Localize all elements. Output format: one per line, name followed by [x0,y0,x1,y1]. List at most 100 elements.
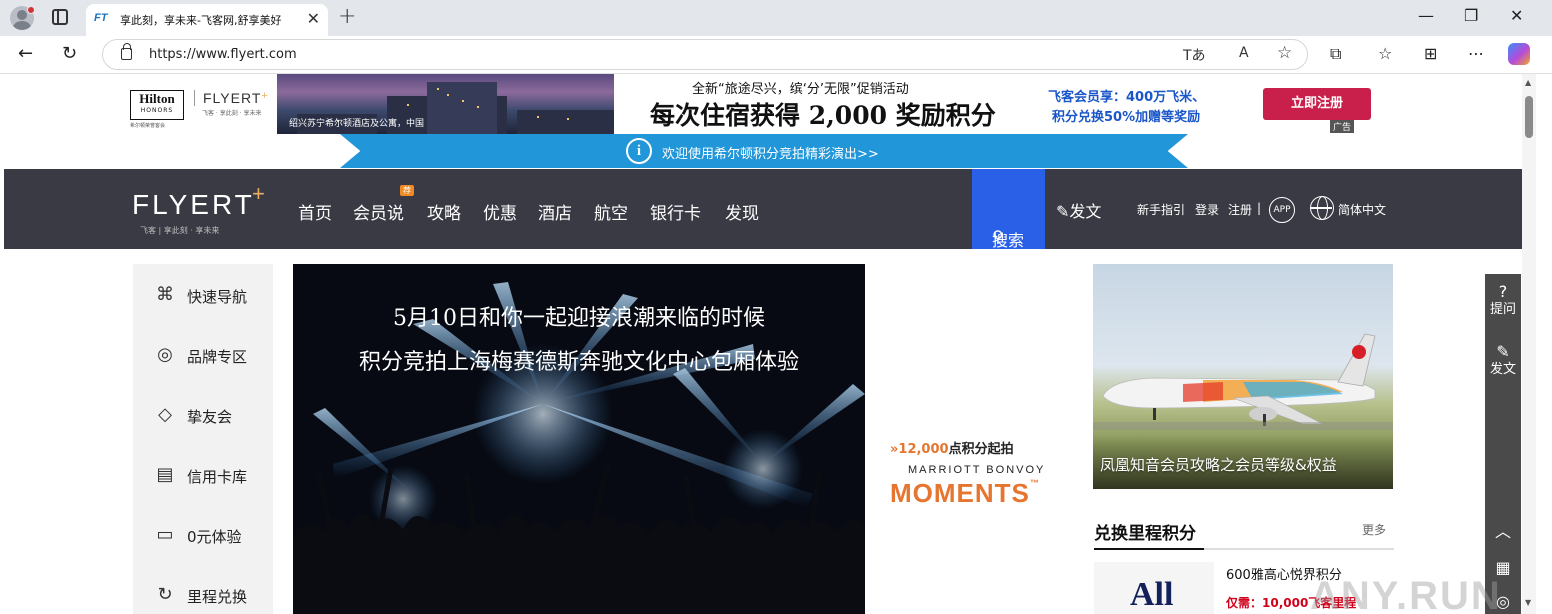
exchange-more-link[interactable]: 更多 [1362,521,1386,538]
register-link[interactable]: 注册 [1228,201,1252,218]
post-button[interactable]: ✎发文 [1056,198,1101,222]
pencil-icon: ✎ [1056,202,1070,221]
nav-item-discover[interactable]: 发现 [725,199,759,224]
close-window-icon[interactable]: ✕ [1510,6,1523,25]
nav-item-bank-cards[interactable]: 银行卡 [650,199,701,224]
info-icon: i [626,138,652,164]
ask-label: 提问 [1489,302,1516,317]
url-text[interactable]: https://www.flyert.com [149,47,297,62]
float-post-label: 发文 [1489,362,1516,377]
language-selector[interactable]: 简体中文 [1338,201,1386,218]
search-button[interactable]: ⚲ 搜索 [972,169,1045,250]
ask-question-button[interactable]: ? 提问 [1485,282,1521,318]
flyert-logo-plus: + [252,181,265,206]
site-favicon-icon: FT [94,12,108,24]
nav-item-member-talk[interactable]: 会员说 [353,199,404,224]
quick-menu-item-credit-cards[interactable]: ▤ 信用卡库 [153,463,273,489]
new-tab-icon[interactable]: + [338,4,356,29]
puzzle-icon[interactable]: ⧉ [1330,44,1341,64]
hero-title-line-2: 积分竞拍上海梅赛德斯奔驰文化中心包厢体验 [358,350,799,375]
marriott-points: 12,000 [898,442,949,457]
nav-item-deals[interactable]: 优惠 [483,199,517,224]
float-post-button[interactable]: ✎ 发文 [1485,342,1521,378]
quick-menu-label: 品牌专区 [187,348,248,366]
nav-divider: | [1257,201,1262,215]
scroll-down-icon[interactable]: ▼ [1525,598,1531,607]
quick-menu: ⌘ 快速导航 ◎ 品牌专区 ◇ 挚友会 ▤ 信用卡库 ▭ 0元体验 ↻ 里程兑换 [133,264,273,614]
promo-member-benefit-1: 飞客会员享：400万飞米、 [1048,90,1206,105]
quick-menu-item-friends-club[interactable]: ◇ 挚友会 [153,403,273,429]
marriott-moments-text: MOMENTS [890,478,1030,508]
hilton-tagline: 希尔顿荣誉客会 [130,123,166,129]
search-label: 搜索 [992,231,1025,250]
ad-register-button[interactable]: 立即注册 [1263,88,1371,120]
quick-menu-label: 快速导航 [187,288,248,306]
air-china-card-caption[interactable]: 凤凰知音会员攻略之会员等级&权益 [1100,454,1337,475]
quick-menu-label: 信用卡库 [187,468,248,486]
profile-notification-dot [27,6,35,14]
quick-menu-label: 0元体验 [187,528,242,546]
address-bar[interactable]: https://www.flyert.com Tあ A ☆ [102,39,1308,70]
ellipsis-icon[interactable]: ⋯ [1468,44,1484,63]
maximize-icon[interactable]: ❐ [1464,6,1478,25]
quick-menu-item-free-trial[interactable]: ▭ 0元体验 [153,523,273,549]
question-icon: ? [1498,282,1508,301]
copilot-icon[interactable] [1508,43,1530,65]
promo-main-offer: 每次住宿获得 2,000 奖励积分 [650,101,996,130]
read-aloud-icon[interactable]: A [1239,45,1249,61]
reload-icon[interactable]: ↻ [62,43,77,64]
post-label: 发文 [1069,202,1102,221]
globe-icon[interactable] [1310,196,1334,220]
browser-toolbar: ← ↻ https://www.flyert.com Tあ A ☆ ⧉ ☆ ⊞ … [0,36,1552,74]
page-scrollbar[interactable]: ▲ ▼ [1522,74,1536,614]
hilton-sub-text: HONORS [140,107,174,114]
nav-item-home[interactable]: 首页 [298,199,332,224]
flyert-logo[interactable]: FLYERT [132,189,255,221]
marriott-points-line: »12,000点积分起拍 [890,438,1014,457]
app-download-icon[interactable]: APP [1269,197,1295,223]
accor-all-logo-text: All [1130,576,1174,613]
reader-mode-icon[interactable]: Tあ [1183,45,1206,65]
nav-item-guides[interactable]: 攻略 [427,199,461,224]
marriott-points-suffix: 点积分起拍 [948,442,1014,457]
back-arrow-icon[interactable]: ← [18,43,33,64]
section-divider [1094,548,1394,550]
star-icon[interactable]: ☆ [1277,43,1292,63]
tab-close-icon[interactable]: ✕ [307,9,320,28]
air-china-article-card[interactable]: 凤凰知音会员攻略之会员等级&权益 [1093,264,1393,489]
flyert-small-tagline: 飞客 · 享此刻 · 享未来 [202,110,262,117]
page-viewport: Hilton HONORS 希尔顿荣誉客会 FLYERT+ 飞客 · 享此刻 ·… [4,74,1522,614]
exchange-section-title: 兑换里程积分 [1094,524,1196,544]
nav-item-airlines[interactable]: 航空 [594,199,628,224]
nav-item-hotels[interactable]: 酒店 [538,199,572,224]
hilton-ad-banner[interactable]: Hilton HONORS 希尔顿荣誉客会 FLYERT+ 飞客 · 享此刻 ·… [122,74,1402,134]
browser-tab-active[interactable]: FT 享此刻，享未来-飞客网,舒享美好 ✕ [86,4,328,36]
accor-all-logo[interactable]: All [1094,562,1214,614]
scroll-up-icon[interactable]: ▲ [1525,78,1531,87]
recommend-badge: 荐 [400,185,414,196]
promo-headline: 全新“旅途尽兴，缤‘分’无限”促销活动 [692,82,909,97]
collections-icon[interactable]: ⊞ [1424,44,1437,63]
quick-menu-item-quick-nav[interactable]: ⌘ 快速导航 [153,283,273,309]
notice-text[interactable]: 欢迎使用希尔顿积分竞拍精彩演出>> [662,143,879,162]
lock-icon[interactable] [121,43,132,60]
promo-member-benefit-2: 积分兑换50%加赠等奖励 [1052,110,1201,125]
brand-icon: ◎ [157,344,173,365]
back-to-top-button[interactable]: ︿ [1485,522,1521,542]
hero-banner[interactable]: 5月10日和你一起迎接浪潮来临的时候 积分竞拍上海梅赛德斯奔驰文化中心包厢体验 [293,264,865,614]
tab-title: 享此刻，享未来-飞客网,舒享美好 [120,14,282,27]
scrollbar-thumb[interactable] [1525,96,1533,138]
quick-menu-item-mileage-exchange[interactable]: ↻ 里程兑换 [153,583,273,609]
chevron-up-icon: ︿ [1494,522,1511,541]
login-link[interactable]: 登录 [1195,201,1219,218]
notice-bar[interactable]: i 欢迎使用希尔顿积分竞拍精彩演出>> [340,134,1188,168]
marriott-moments-ad[interactable]: »12,000点积分起拍 MARRIOTT BONVOY MOMENTS™ [884,430,1060,520]
pencil-icon: ✎ [1496,342,1510,361]
newbie-guide-link[interactable]: 新手指引 [1137,201,1185,218]
quick-nav-icon: ⌘ [156,284,174,305]
exchange-icon: ↻ [157,584,173,605]
quick-menu-item-brands[interactable]: ◎ 品牌专区 [153,343,273,369]
tab-actions-icon[interactable] [52,9,68,25]
favorites-icon[interactable]: ☆ [1378,44,1392,63]
minimize-icon[interactable]: — [1418,6,1434,25]
